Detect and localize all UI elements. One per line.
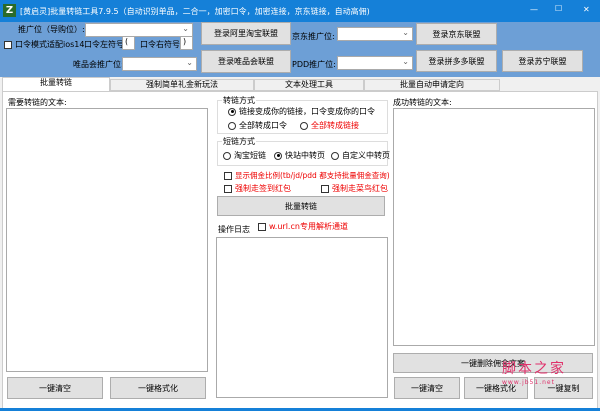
pdd-login-button[interactable]: 登录拼多多联盟 bbox=[416, 50, 497, 72]
settings-panel: 推广位（导购位）: ⌄ 登录阿里淘宝联盟 口令模式适配ios14 口令左符号 (… bbox=[0, 22, 600, 77]
vip-pid-label: 唯品会推广位: bbox=[73, 60, 124, 69]
convert-mode-group: 转链方式 链接变成你的链接，口令变成你的口令 全部转成口令 全部转成链接 bbox=[217, 95, 388, 134]
log-label: 操作日志 bbox=[218, 225, 250, 234]
short-link-group: 短链方式 淘宝短链 快站中转页 自定义中转页 bbox=[217, 136, 390, 166]
title-bar: Z [黄启灵]批量转链工具7.9.5（自动识别单品，二合一，加密口令，加密连接，… bbox=[0, 0, 600, 22]
taobao-login-button[interactable]: 登录阿里淘宝联盟 bbox=[201, 22, 291, 45]
chevron-down-icon: ⌄ bbox=[186, 58, 193, 67]
chevron-down-icon: ⌄ bbox=[402, 57, 409, 66]
mode-option-1[interactable]: 链接变成你的链接，口令变成你的口令 bbox=[228, 106, 375, 117]
tab-auto-apply[interactable]: 批量自动申请定向 bbox=[364, 79, 500, 91]
jd-login-button[interactable]: 登录京东联盟 bbox=[416, 23, 497, 45]
right-clear-button[interactable]: 一键清空 bbox=[394, 377, 460, 399]
left-symbol-label: 口令左符号 bbox=[84, 40, 124, 49]
short-option-2[interactable]: 快站中转页 bbox=[274, 150, 325, 161]
batch-convert-button[interactable]: 批量转链 bbox=[217, 196, 385, 216]
tab-coupon[interactable]: 强制简单礼金新玩法 bbox=[110, 79, 254, 91]
pdd-pid-select[interactable]: ⌄ bbox=[337, 56, 413, 70]
checkbox-icon bbox=[321, 184, 329, 193]
mode-option-2-label: 全部转成口令 bbox=[239, 121, 287, 130]
checkbox-icon bbox=[258, 222, 266, 231]
watermark-logo: 脚本之家 bbox=[502, 361, 566, 377]
mode-option-3-label: 全部转成链接 bbox=[311, 121, 359, 130]
radio-icon bbox=[300, 121, 308, 130]
wurl-checkbox[interactable]: w.url.cn专用解析通道 bbox=[258, 221, 348, 232]
tab-text-tools[interactable]: 文本处理工具 bbox=[254, 79, 364, 91]
force-cainiao-label: 强制走菜鸟红包 bbox=[332, 184, 388, 193]
pdd-pid-label: PDD推广位: bbox=[292, 60, 336, 69]
output-textarea[interactable] bbox=[393, 108, 595, 346]
checkbox-icon bbox=[224, 184, 232, 193]
taobao-pid-label: 推广位（导购位）: bbox=[18, 25, 85, 34]
short-option-3-label: 自定义中转页 bbox=[342, 151, 390, 160]
short-option-1-label: 淘宝短链 bbox=[234, 151, 266, 160]
radio-icon bbox=[228, 107, 236, 116]
chevron-down-icon: ⌄ bbox=[182, 24, 189, 33]
checkbox-icon bbox=[4, 40, 12, 49]
input-text-label: 需要转链的文本: bbox=[8, 98, 67, 107]
radio-icon bbox=[274, 151, 282, 160]
mode-option-3[interactable]: 全部转成链接 bbox=[300, 120, 359, 131]
radio-icon bbox=[223, 151, 231, 160]
left-clear-button[interactable]: 一键清空 bbox=[7, 377, 103, 399]
radio-icon bbox=[331, 151, 339, 160]
vip-pid-select[interactable]: ⌄ bbox=[122, 57, 197, 71]
taobao-pid-select[interactable]: ⌄ bbox=[85, 23, 193, 37]
suning-login-button[interactable]: 登录苏宁联盟 bbox=[502, 50, 583, 72]
app-icon: Z bbox=[3, 4, 16, 17]
short-option-1[interactable]: 淘宝短链 bbox=[223, 150, 266, 161]
right-symbol-label: 口令右符号 bbox=[140, 40, 180, 49]
radio-icon bbox=[228, 121, 236, 130]
window-title: [黄启灵]批量转链工具7.9.5（自动识别单品，二合一，加密口令，加密连接，京东… bbox=[20, 7, 370, 16]
show-rate-checkbox[interactable]: 显示佣金比例(tb/jd/pdd 都支持批量佣金查询) bbox=[224, 170, 390, 181]
maximize-button[interactable]: ☐ bbox=[555, 4, 562, 13]
right-symbol-input[interactable]: ) bbox=[180, 36, 193, 50]
log-textarea[interactable] bbox=[216, 237, 388, 398]
show-rate-label: 显示佣金比例(tb/jd/pdd 都支持批量佣金查询) bbox=[235, 171, 390, 180]
short-link-title: 短链方式 bbox=[222, 136, 256, 147]
short-option-3[interactable]: 自定义中转页 bbox=[331, 150, 390, 161]
mode-option-1-label: 链接变成你的链接，口令变成你的口令 bbox=[239, 107, 375, 116]
convert-mode-title: 转链方式 bbox=[222, 95, 256, 106]
jd-pid-select[interactable]: ⌄ bbox=[337, 27, 413, 41]
left-format-button[interactable]: 一键格式化 bbox=[110, 377, 206, 399]
chevron-down-icon: ⌄ bbox=[402, 28, 409, 37]
left-symbol-input[interactable]: ( bbox=[122, 36, 135, 50]
output-text-label: 成功转链的文本: bbox=[393, 98, 452, 107]
force-sign-checkbox[interactable]: 强制走签到红包 bbox=[224, 183, 291, 194]
vip-login-button[interactable]: 登录唯品会联盟 bbox=[201, 50, 291, 73]
force-sign-label: 强制走签到红包 bbox=[235, 184, 291, 193]
tab-batch-convert[interactable]: 批量转链 bbox=[2, 77, 110, 91]
close-button[interactable]: ✕ bbox=[583, 5, 590, 14]
minimize-button[interactable]: — bbox=[530, 5, 538, 14]
mode-option-2[interactable]: 全部转成口令 bbox=[228, 120, 287, 131]
input-textarea[interactable] bbox=[6, 108, 208, 372]
checkbox-icon bbox=[224, 172, 232, 180]
watermark-url: www.jb51.net bbox=[502, 379, 555, 386]
short-option-2-label: 快站中转页 bbox=[285, 151, 325, 160]
wurl-label: w.url.cn专用解析通道 bbox=[269, 222, 348, 231]
jd-pid-label: 京东推广位: bbox=[292, 32, 335, 41]
ios14-checkbox[interactable]: 口令模式适配ios14 bbox=[4, 39, 84, 50]
ios14-label: 口令模式适配ios14 bbox=[15, 40, 85, 49]
force-cainiao-checkbox[interactable]: 强制走菜鸟红包 bbox=[321, 183, 388, 194]
